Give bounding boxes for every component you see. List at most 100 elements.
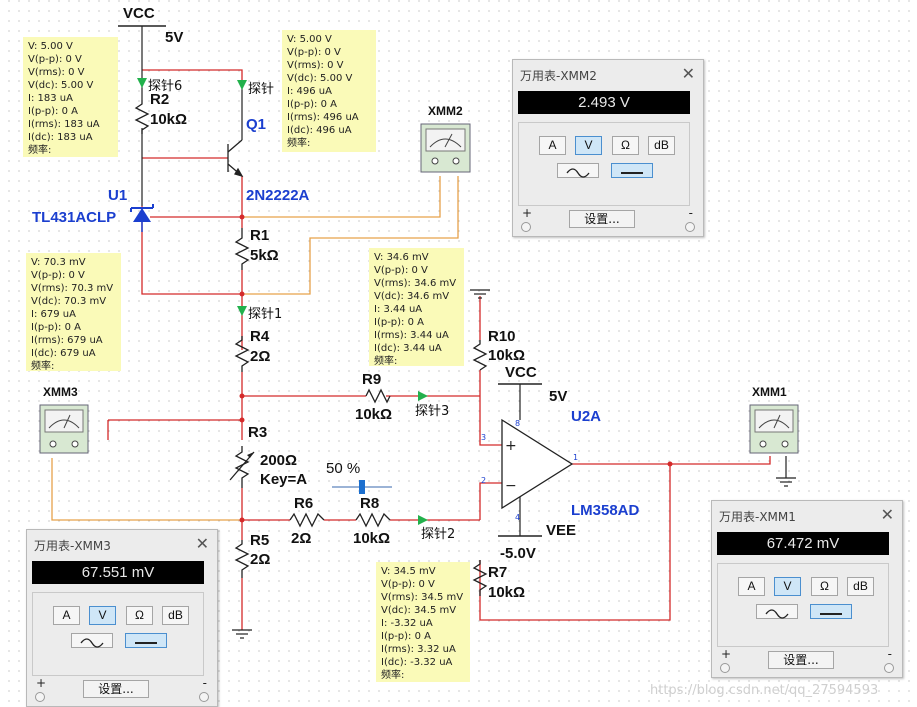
- multimeter-window-xmm1[interactable]: 万用表-XMM1 ✕ 67.472 mV A V Ω dB 设置... + -: [711, 500, 903, 678]
- probe-note-line: V(p-p): 0 V: [374, 265, 428, 276]
- shunt-regulator-u1: [130, 204, 154, 232]
- watermark-text: https://blog.csdn.net/qq_27594593: [650, 683, 879, 698]
- svg-text:R8: R8: [360, 495, 379, 512]
- title-bar[interactable]: 万用表-XMM1 ✕: [712, 501, 902, 531]
- probe2-label: 探针2: [421, 527, 455, 542]
- probe3-note: V: 34.6 mV V(p-p): 0 V V(rms): 34.6 mV V(dc…: [369, 248, 464, 367]
- probe-note-line: V(dc): 34.6 mV: [374, 291, 450, 302]
- multimeter-xmm2-icon: XMM2: [420, 104, 471, 173]
- probe6-label: 探针6: [148, 79, 182, 94]
- probe-note-line: I(dc): 496 uA: [287, 125, 352, 136]
- svg-text:2Ω: 2Ω: [250, 348, 270, 365]
- title-bar[interactable]: 万用表-XMM2 ✕: [513, 60, 703, 90]
- probe-note-line: I(rms): 496 uA: [287, 112, 359, 123]
- svg-text:+: +: [505, 438, 517, 454]
- settings-button[interactable]: 设置...: [83, 680, 149, 698]
- svg-text:200Ω: 200Ω: [260, 452, 297, 469]
- negative-terminal[interactable]: [685, 222, 695, 232]
- sine-wave-icon: [765, 609, 789, 619]
- svg-text:10kΩ: 10kΩ: [353, 530, 390, 547]
- svg-text:2Ω: 2Ω: [250, 551, 270, 568]
- volt-mode-button[interactable]: V: [89, 606, 116, 625]
- positive-terminal[interactable]: [521, 222, 531, 232]
- u2-ref-label: U2A: [571, 408, 601, 425]
- probe-note-line: V(dc): 5.00 V: [28, 80, 94, 91]
- svg-text:4: 4: [515, 513, 520, 522]
- probe-note-line: I(rms): 3.32 uA: [381, 644, 456, 655]
- db-mode-button[interactable]: dB: [162, 606, 189, 625]
- ac-mode-button[interactable]: [71, 633, 113, 648]
- resistor-r1: R1 5kΩ: [234, 227, 279, 270]
- ampere-mode-button[interactable]: A: [738, 577, 765, 596]
- probe1-label: 探针1: [248, 307, 282, 322]
- negative-terminal[interactable]: [884, 663, 894, 673]
- svg-text:10kΩ: 10kΩ: [488, 347, 525, 364]
- ohm-mode-button[interactable]: Ω: [612, 136, 639, 155]
- svg-text:R9: R9: [362, 371, 381, 388]
- probe-note-line: V(rms): 34.5 mV: [381, 592, 464, 603]
- db-mode-button[interactable]: dB: [847, 577, 874, 596]
- positive-terminal[interactable]: [35, 692, 45, 702]
- probe-note-line: 频率:: [287, 138, 311, 149]
- minus-sign: -: [688, 206, 693, 220]
- db-mode-button[interactable]: dB: [648, 136, 675, 155]
- volt-mode-button[interactable]: V: [575, 136, 602, 155]
- ohm-mode-button[interactable]: Ω: [811, 577, 838, 596]
- probe3-label: 探针3: [415, 404, 449, 419]
- mode-panel: A V Ω dB: [518, 122, 690, 206]
- resistor-r5: R5 2Ω: [234, 532, 270, 578]
- probe-note-line: V(p-p): 0 V: [28, 54, 82, 65]
- mode-panel: A V Ω dB: [717, 563, 889, 647]
- vee-supply: VEE -5.0V: [498, 522, 576, 562]
- volt-mode-button[interactable]: V: [774, 577, 801, 596]
- svg-text:R4: R4: [250, 328, 270, 345]
- svg-text:10kΩ: 10kΩ: [355, 406, 392, 423]
- multimeter-window-xmm2[interactable]: 万用表-XMM2 ✕ 2.493 V A V Ω dB 设置... + -: [512, 59, 704, 237]
- svg-text:R10: R10: [488, 328, 516, 345]
- close-icon[interactable]: ✕: [196, 534, 209, 553]
- resistor-r8: R8 10kΩ: [353, 495, 391, 547]
- svg-text:5V: 5V: [549, 388, 567, 405]
- probe-note-line: V(dc): 70.3 mV: [31, 296, 107, 307]
- reading-display: 2.493 V: [518, 91, 690, 114]
- probe-note-line: V: 70.3 mV: [31, 257, 86, 268]
- minus-sign: -: [202, 676, 207, 690]
- ohm-mode-button[interactable]: Ω: [126, 606, 153, 625]
- negative-terminal[interactable]: [199, 692, 209, 702]
- u2-model-label: LM358AD: [571, 502, 640, 519]
- ampere-mode-button[interactable]: A: [53, 606, 80, 625]
- probe-note-line: V: 5.00 V: [28, 41, 73, 52]
- dc-mode-button[interactable]: [125, 633, 167, 648]
- probe-note-line: V(rms): 70.3 mV: [31, 283, 114, 294]
- svg-text:2: 2: [481, 476, 486, 485]
- multimeter-xmm3-icon: XMM3: [39, 385, 89, 454]
- multimeter-window-xmm3[interactable]: 万用表-XMM3 ✕ 67.551 mV A V Ω dB 设置... + -: [26, 529, 218, 707]
- ac-mode-button[interactable]: [756, 604, 798, 619]
- close-icon[interactable]: ✕: [881, 505, 894, 524]
- probe-note-line: I(dc): 3.44 uA: [374, 343, 442, 354]
- svg-text:XMM2: XMM2: [428, 104, 463, 118]
- settings-button[interactable]: 设置...: [768, 651, 834, 669]
- ac-mode-button[interactable]: [557, 163, 599, 178]
- probe-q1-label: 探针: [248, 82, 274, 97]
- positive-terminal[interactable]: [720, 663, 730, 673]
- window-title: 万用表-XMM2: [520, 69, 597, 83]
- dc-mode-button[interactable]: [810, 604, 852, 619]
- dc-mode-button[interactable]: [611, 163, 653, 178]
- reading-display: 67.551 mV: [32, 561, 204, 584]
- vcc-supply-opamp: VCC 5V: [498, 364, 567, 405]
- multimeter-xmm1-icon: XMM1: [749, 385, 799, 487]
- window-title: 万用表-XMM3: [34, 539, 111, 553]
- mode-panel: A V Ω dB: [32, 592, 204, 676]
- svg-text:XMM3: XMM3: [43, 385, 78, 399]
- settings-button[interactable]: 设置...: [569, 210, 635, 228]
- close-icon[interactable]: ✕: [682, 64, 695, 83]
- probe-note-line: 频率:: [381, 670, 405, 681]
- svg-text:5kΩ: 5kΩ: [250, 247, 279, 264]
- probe-note-line: V(dc): 5.00 V: [287, 73, 353, 84]
- svg-text:5V: 5V: [165, 29, 183, 46]
- probe-note-line: I: 679 uA: [31, 309, 76, 320]
- title-bar[interactable]: 万用表-XMM3 ✕: [27, 530, 217, 560]
- svg-text:−: −: [505, 478, 517, 494]
- ampere-mode-button[interactable]: A: [539, 136, 566, 155]
